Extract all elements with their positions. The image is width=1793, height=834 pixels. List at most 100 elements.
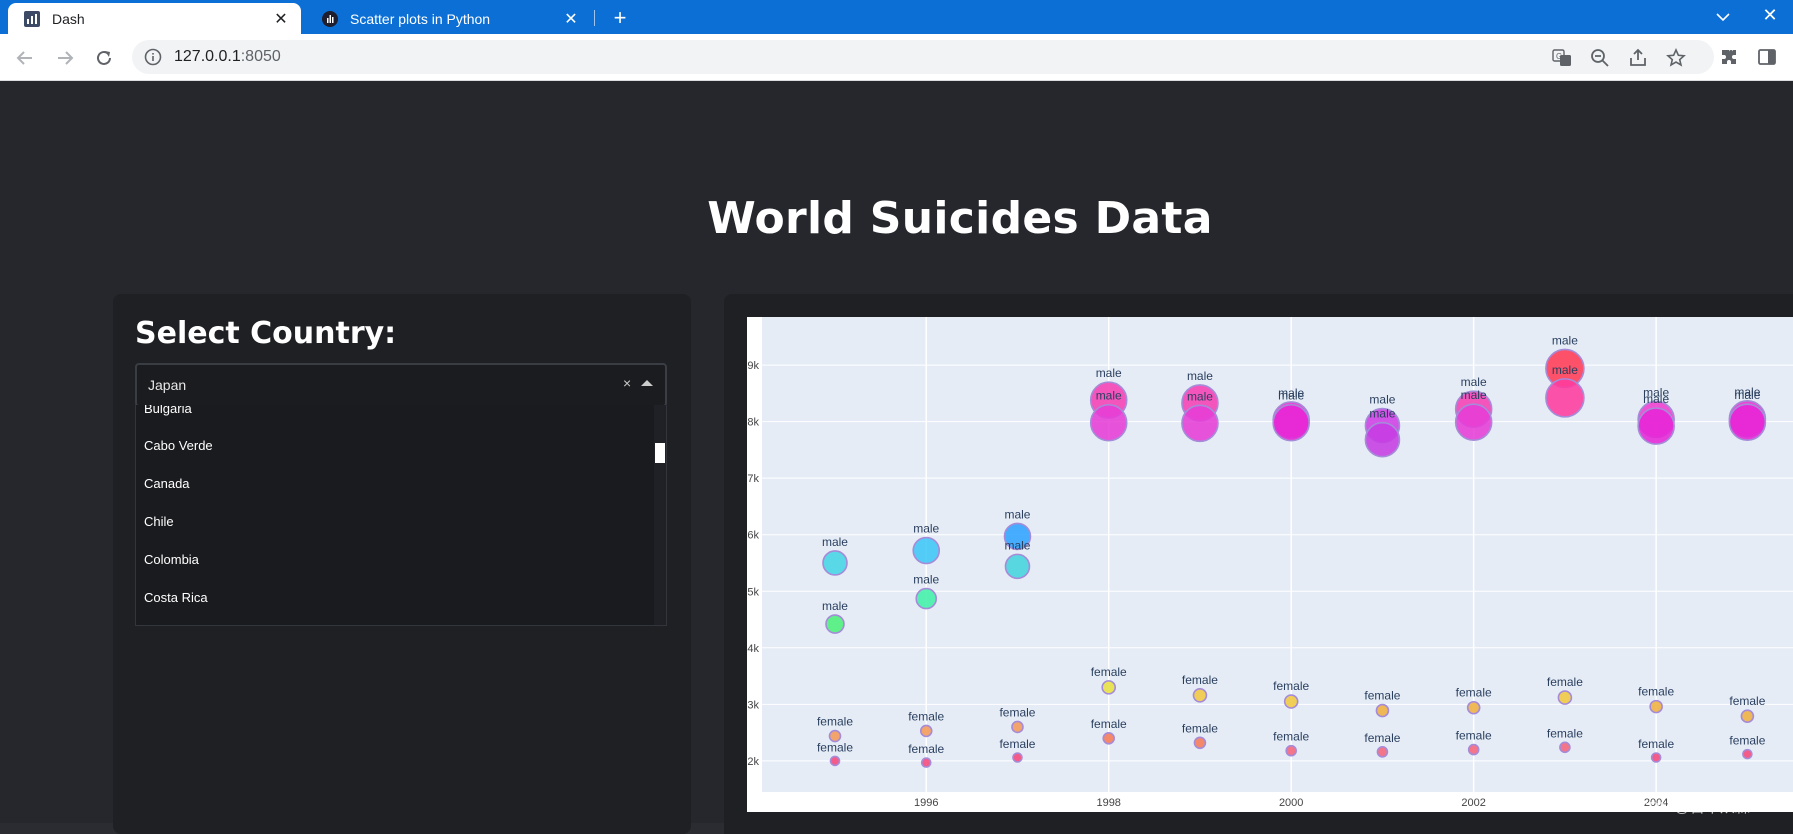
watermark: CSDN @百木从森 (1628, 799, 1750, 816)
point-label: female (1729, 734, 1765, 748)
scatter-plot[interactable]: 2k 3k 4k 5k 6k 7k 8k 9k 1996 1998 2000 2002 2004 male… (747, 317, 1793, 812)
tab-separator (594, 10, 595, 26)
chevron-down-icon[interactable] (1712, 6, 1734, 28)
point-label: male (1369, 393, 1395, 407)
share-icon[interactable] (1628, 48, 1648, 68)
scatter-point (919, 724, 933, 738)
scatter-point (1004, 553, 1031, 580)
point-label: male (822, 599, 848, 613)
close-icon[interactable]: ✕ (271, 9, 291, 29)
scatter-point (1364, 421, 1401, 458)
point-label: female (1182, 673, 1218, 687)
plotly-icon (322, 10, 338, 27)
point-label: female (999, 737, 1035, 751)
x-tick-label: 1996 (914, 797, 938, 809)
url-text: 127.0.0.1:8050 (174, 48, 281, 65)
point-label: male (1096, 389, 1122, 403)
scatter-point (915, 587, 938, 610)
y-tick-label: 8k (747, 417, 759, 429)
page-title: World Suicides Data (707, 193, 1213, 244)
country-dropdown[interactable]: Japan × (135, 363, 667, 407)
clear-icon[interactable]: × (623, 375, 631, 391)
scatter-point (1011, 720, 1024, 734)
point-label: male (1278, 389, 1304, 403)
scatter-point (1728, 403, 1767, 441)
x-tick-label: 1998 (1096, 797, 1120, 809)
dropdown-option-chile[interactable]: Chile (144, 514, 174, 529)
scatter-point (1466, 700, 1481, 715)
point-label: female (999, 705, 1035, 719)
point-label: male (1734, 388, 1760, 402)
point-label: male (1187, 389, 1213, 403)
point-label: female (817, 715, 853, 729)
scatter-point (1376, 746, 1389, 758)
reload-icon[interactable] (89, 43, 119, 73)
point-label: female (1182, 721, 1218, 735)
scatter-point (1557, 690, 1573, 705)
point-label: female (1364, 689, 1400, 703)
point-label: female (1456, 729, 1492, 743)
point-label: female (1273, 679, 1309, 693)
scatter-point (829, 755, 841, 767)
dropdown-menu: Bulgaria Cabo Verde Canada Chile Colombi… (135, 405, 667, 626)
window-close-icon[interactable]: ✕ (1756, 3, 1784, 27)
y-tick-label: 4k (747, 643, 759, 655)
scatter-point (1742, 748, 1753, 760)
chart-card: 2k 3k 4k 5k 6k 7k 8k 9k 1996 1998 2000 2002 2004 male… (724, 294, 1793, 834)
scatter-chart-svg: 2k3k4k5k6k7k8k9k1996 1998 2000 2002 2004male… (747, 317, 1793, 809)
y-tick-label: 5k (747, 586, 759, 598)
extensions-icon[interactable] (1718, 46, 1740, 68)
address-bar[interactable]: 127.0.0.1:8050 G (132, 40, 1714, 74)
star-icon[interactable] (1666, 48, 1686, 68)
y-tick-label: 2k (747, 756, 759, 768)
forward-icon[interactable] (50, 43, 80, 73)
scatter-point (1193, 736, 1207, 750)
tab-scatter-plots[interactable]: Scatter plots in Python ✕ (306, 3, 591, 34)
tab-title: Dash (52, 10, 85, 27)
scatter-point (1454, 403, 1493, 441)
dropdown-scrollbar-thumb[interactable] (655, 443, 665, 463)
info-icon[interactable] (144, 48, 162, 66)
country-select-card: Select Country: Japan × Bulgaria Cabo Ve… (113, 294, 691, 834)
point-label: male (1643, 392, 1669, 406)
point-label: female (1091, 717, 1127, 731)
dropdown-option-cabo-verde[interactable]: Cabo Verde (144, 438, 213, 453)
dropdown-option-bulgaria[interactable]: Bulgaria (144, 405, 192, 416)
point-label: male (1187, 369, 1213, 383)
browser-toolbar: 127.0.0.1:8050 G (0, 34, 1793, 81)
dropdown-option-canada[interactable]: Canada (144, 476, 190, 491)
point-label: male (1552, 333, 1578, 347)
scatter-point (1285, 744, 1297, 757)
point-label: female (908, 709, 944, 723)
back-icon[interactable] (10, 43, 40, 73)
scatter-point (1649, 699, 1663, 714)
scatter-point (822, 550, 848, 576)
close-icon[interactable]: ✕ (561, 9, 581, 29)
y-tick-label: 9k (747, 360, 759, 372)
point-label: male (1461, 375, 1487, 389)
new-tab-icon[interactable]: + (608, 5, 632, 30)
side-panel-icon[interactable] (1756, 46, 1778, 68)
point-label: male (1004, 538, 1030, 552)
scatter-point (1545, 378, 1585, 418)
tab-dash[interactable]: Dash ✕ (8, 3, 301, 34)
dropdown-option-costa-rica[interactable]: Costa Rica (144, 590, 208, 605)
scatter-point (1650, 752, 1662, 763)
x-tick-label: 2002 (1461, 797, 1485, 809)
point-label: female (1456, 686, 1492, 700)
translate-icon[interactable]: G (1552, 48, 1572, 68)
point-label: female (1547, 726, 1583, 740)
x-tick-label: 2000 (1279, 797, 1303, 809)
scatter-point (1102, 731, 1116, 745)
dropdown-selected-value: Japan (148, 377, 187, 393)
point-label: female (1638, 685, 1674, 699)
point-label: male (1461, 388, 1487, 402)
dropdown-scrollbar[interactable] (654, 405, 666, 625)
point-label: female (1273, 730, 1309, 744)
chevron-up-icon[interactable] (641, 380, 653, 386)
zoom-out-icon[interactable] (1590, 48, 1610, 68)
dropdown-option-colombia[interactable]: Colombia (144, 552, 199, 567)
point-label: female (1364, 731, 1400, 745)
point-label: male (1096, 366, 1122, 380)
browser-tab-bar: Dash ✕ Scatter plots in Python ✕ + ✕ (0, 0, 1793, 34)
